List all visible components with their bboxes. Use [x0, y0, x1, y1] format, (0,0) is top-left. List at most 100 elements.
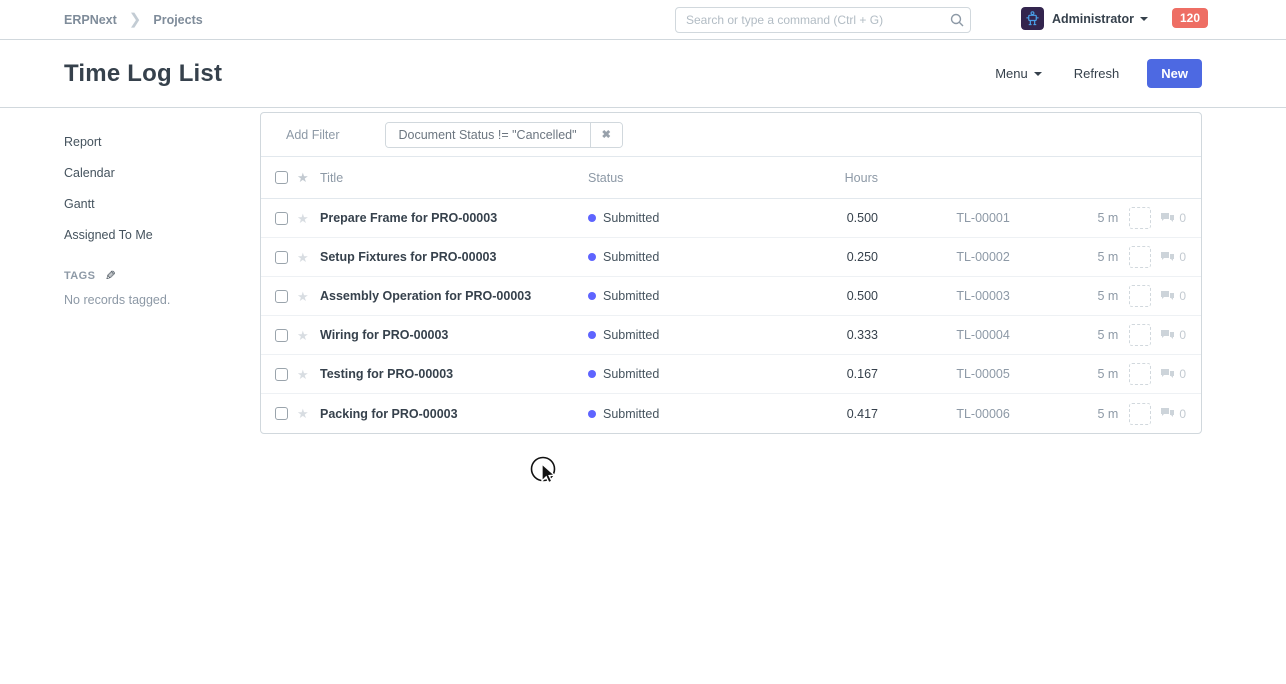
status-dot-icon	[588, 253, 596, 261]
assign-placeholder[interactable]	[1129, 403, 1151, 425]
new-button[interactable]: New	[1147, 59, 1202, 88]
table-row[interactable]: ★ Testing for PRO-00003 Submitted 0.167 …	[261, 355, 1201, 394]
user-name: Administrator	[1052, 12, 1134, 26]
remove-filter-icon[interactable]: ✖	[590, 123, 622, 147]
table-row[interactable]: ★ Wiring for PRO-00003 Submitted 0.333 T…	[261, 316, 1201, 355]
brand-link[interactable]: ERPNext	[64, 13, 117, 27]
list-header-row: ★ Title Status Hours	[261, 157, 1201, 199]
row-modified: 5 m	[1080, 250, 1118, 264]
filter-bar: Add Filter Document Status != "Cancelled…	[261, 113, 1201, 157]
notification-badge[interactable]: 120	[1172, 8, 1208, 28]
table-row[interactable]: ★ Packing for PRO-00003 Submitted 0.417 …	[261, 394, 1201, 433]
row-modified: 5 m	[1080, 407, 1118, 421]
row-id: TL-00002	[956, 250, 1032, 264]
row-checkbox[interactable]	[275, 251, 288, 264]
row-hours: 0.500	[768, 289, 878, 303]
refresh-button[interactable]: Refresh	[1074, 66, 1120, 81]
status-indicator: Submitted	[588, 289, 768, 303]
star-icon[interactable]: ★	[297, 290, 313, 303]
status-indicator: Submitted	[588, 367, 768, 381]
breadcrumb[interactable]: Projects	[153, 13, 202, 27]
status-dot-icon	[588, 410, 596, 418]
star-icon[interactable]: ★	[297, 407, 313, 420]
search-icon[interactable]	[944, 13, 970, 27]
comment-icon	[1160, 329, 1175, 342]
status-dot-icon	[588, 214, 596, 222]
comment-count: 0	[1160, 328, 1186, 342]
select-all-checkbox[interactable]	[275, 171, 288, 184]
sidebar-item-report[interactable]: Report	[64, 132, 260, 152]
edit-pencil-icon[interactable]: ✎	[105, 268, 116, 284]
row-id: TL-00001	[956, 211, 1032, 225]
star-icon[interactable]: ★	[297, 251, 313, 264]
row-checkbox[interactable]	[275, 290, 288, 303]
active-filter-pill: Document Status != "Cancelled" ✖	[385, 122, 623, 148]
search-input[interactable]	[676, 13, 944, 27]
column-header-hours: Hours	[768, 171, 878, 185]
menu-button[interactable]: Menu	[995, 66, 1042, 81]
comment-icon	[1160, 251, 1175, 264]
table-row[interactable]: ★ Prepare Frame for PRO-00003 Submitted …	[261, 199, 1201, 238]
row-checkbox[interactable]	[275, 407, 288, 420]
comment-count: 0	[1160, 407, 1186, 421]
tags-label: TAGS	[64, 270, 95, 282]
row-modified: 5 m	[1080, 367, 1118, 381]
active-filter-label[interactable]: Document Status != "Cancelled"	[386, 123, 590, 147]
row-checkbox[interactable]	[275, 212, 288, 225]
row-title[interactable]: Prepare Frame for PRO-00003	[320, 211, 588, 225]
row-title[interactable]: Packing for PRO-00003	[320, 407, 588, 421]
table-row[interactable]: ★ Assembly Operation for PRO-00003 Submi…	[261, 277, 1201, 316]
tags-empty-text: No records tagged.	[64, 293, 260, 307]
sidebar: Report Calendar Gantt Assigned To Me TAG…	[64, 108, 260, 307]
row-title[interactable]: Testing for PRO-00003	[320, 367, 588, 381]
assign-placeholder[interactable]	[1129, 246, 1151, 268]
column-header-status: Status	[588, 171, 768, 185]
comment-icon	[1160, 368, 1175, 381]
row-modified: 5 m	[1080, 328, 1118, 342]
row-modified: 5 m	[1080, 211, 1118, 225]
add-filter-button[interactable]: Add Filter	[286, 128, 340, 142]
chevron-down-icon	[1034, 72, 1042, 76]
chevron-down-icon	[1140, 17, 1148, 21]
assign-placeholder[interactable]	[1129, 363, 1151, 385]
star-icon[interactable]: ★	[297, 368, 313, 381]
column-header-title: Title	[320, 171, 588, 185]
status-indicator: Submitted	[588, 211, 768, 225]
star-icon[interactable]: ★	[297, 329, 313, 342]
star-icon[interactable]: ★	[297, 171, 313, 184]
comment-count: 0	[1160, 367, 1186, 381]
row-checkbox[interactable]	[275, 368, 288, 381]
assign-placeholder[interactable]	[1129, 207, 1151, 229]
cursor-click-indicator	[529, 455, 563, 496]
chevron-right-icon: ❯	[129, 12, 142, 27]
menu-button-label: Menu	[995, 66, 1028, 81]
navbar: ERPNext ❯ Projects Administrator 120	[0, 0, 1286, 40]
row-title[interactable]: Wiring for PRO-00003	[320, 328, 588, 342]
avatar	[1021, 7, 1044, 30]
row-hours: 0.333	[768, 328, 878, 342]
content: Report Calendar Gantt Assigned To Me TAG…	[0, 108, 1286, 434]
sidebar-item-gantt[interactable]: Gantt	[64, 194, 260, 214]
comment-icon	[1160, 407, 1175, 420]
row-id: TL-00005	[956, 367, 1032, 381]
row-hours: 0.500	[768, 211, 878, 225]
row-checkbox[interactable]	[275, 329, 288, 342]
page-actions: Menu Refresh New	[995, 59, 1202, 88]
tags-section-header: TAGS ✎	[64, 268, 260, 284]
table-row[interactable]: ★ Setup Fixtures for PRO-00003 Submitted…	[261, 238, 1201, 277]
status-indicator: Submitted	[588, 250, 768, 264]
star-icon[interactable]: ★	[297, 212, 313, 225]
assign-placeholder[interactable]	[1129, 324, 1151, 346]
comment-icon	[1160, 290, 1175, 303]
sidebar-item-assigned-to-me[interactable]: Assigned To Me	[64, 225, 260, 245]
sidebar-item-calendar[interactable]: Calendar	[64, 163, 260, 183]
row-title[interactable]: Setup Fixtures for PRO-00003	[320, 250, 588, 264]
row-title[interactable]: Assembly Operation for PRO-00003	[320, 289, 588, 303]
row-hours: 0.167	[768, 367, 878, 381]
comment-count: 0	[1160, 250, 1186, 264]
row-id: TL-00004	[956, 328, 1032, 342]
user-menu[interactable]: Administrator	[1021, 7, 1148, 30]
global-search	[675, 7, 971, 33]
comment-count: 0	[1160, 289, 1186, 303]
assign-placeholder[interactable]	[1129, 285, 1151, 307]
